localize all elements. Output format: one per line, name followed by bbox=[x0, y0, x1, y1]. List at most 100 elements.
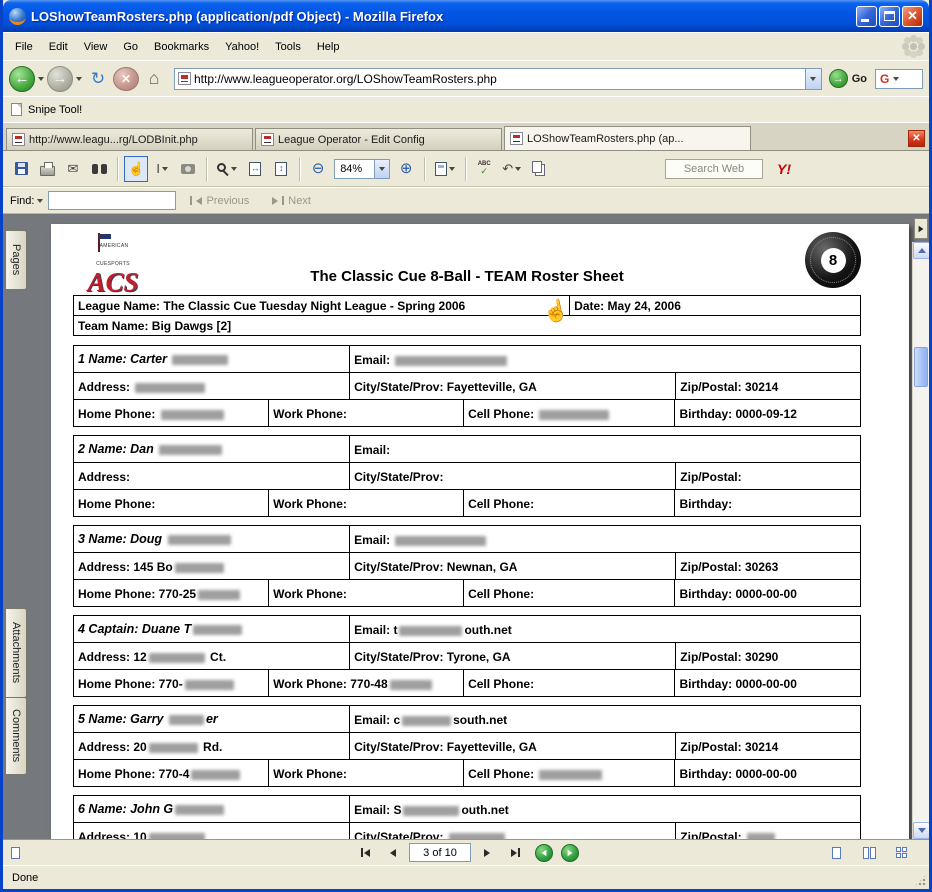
zoom-dropdown-button[interactable] bbox=[374, 160, 389, 178]
next-view-button[interactable] bbox=[561, 844, 579, 862]
last-page-button[interactable] bbox=[503, 843, 527, 863]
copy-icon bbox=[532, 161, 542, 173]
close-tab-button[interactable]: ✕ bbox=[908, 130, 925, 147]
search-button[interactable] bbox=[87, 156, 111, 182]
maximize-button[interactable] bbox=[879, 6, 900, 27]
roster-cell: City/State/Prov: bbox=[349, 823, 675, 839]
forward-dropdown[interactable] bbox=[75, 77, 83, 81]
print-button[interactable] bbox=[35, 156, 59, 182]
copy-button[interactable] bbox=[527, 156, 551, 182]
field-text: Email: c bbox=[354, 713, 400, 727]
resize-grip[interactable] bbox=[914, 874, 927, 887]
find-menu-button[interactable]: Find: bbox=[10, 195, 43, 207]
page-view-modes bbox=[825, 843, 929, 862]
pager-left-icon[interactable] bbox=[3, 847, 20, 859]
back-button[interactable]: ← bbox=[9, 66, 35, 92]
menu-edit[interactable]: Edit bbox=[41, 37, 76, 57]
menu-go[interactable]: Go bbox=[115, 37, 146, 57]
back-dropdown[interactable] bbox=[37, 77, 45, 81]
find-previous-button[interactable]: Previous bbox=[181, 193, 258, 209]
menu-view[interactable]: View bbox=[76, 37, 116, 57]
field-text: Ct. bbox=[207, 650, 226, 664]
hand-tool-button[interactable]: ☝ bbox=[124, 156, 148, 182]
menu-yahoo[interactable]: Yahoo! bbox=[217, 37, 267, 57]
minimize-button[interactable] bbox=[856, 6, 877, 27]
stop-button[interactable]: ✕ bbox=[113, 67, 139, 91]
page-number-input[interactable] bbox=[409, 843, 471, 862]
zoom-tool-button[interactable] bbox=[213, 156, 241, 182]
previous-view-button[interactable] bbox=[535, 844, 553, 862]
zoom-in-button[interactable]: ⊕ bbox=[394, 156, 418, 182]
facing-view-button[interactable] bbox=[858, 843, 880, 862]
zoom-level-value: 84% bbox=[335, 163, 374, 175]
toolbar-collapse-button[interactable] bbox=[914, 218, 928, 239]
first-page-button[interactable] bbox=[353, 843, 377, 863]
home-button[interactable]: ⌂ bbox=[141, 66, 167, 92]
forward-button[interactable]: → bbox=[47, 66, 73, 92]
page-layout-button[interactable] bbox=[431, 156, 459, 182]
bookmark-item[interactable]: Snipe Tool! bbox=[28, 104, 82, 116]
tab-favicon-icon bbox=[261, 133, 274, 146]
tab[interactable]: League Operator - Edit Config bbox=[255, 128, 502, 150]
roster-cell: 2 Name: Dan bbox=[74, 436, 349, 462]
player-name-row: 2 Name: Dan Email: bbox=[73, 435, 861, 463]
close-button[interactable]: ✕ bbox=[902, 6, 923, 27]
redacted-text bbox=[395, 536, 486, 546]
menu-tools[interactable]: Tools bbox=[267, 37, 309, 57]
zoom-level-select[interactable]: 84% bbox=[334, 159, 390, 179]
vertical-scrollbar[interactable] bbox=[912, 242, 929, 839]
redacted-text bbox=[169, 715, 204, 725]
select-tool-button[interactable]: I bbox=[150, 156, 174, 182]
search-web-input[interactable]: Search Web bbox=[665, 159, 763, 179]
sidebar-tab-pages[interactable]: Pages bbox=[5, 230, 27, 290]
email-button[interactable]: ✉ bbox=[61, 156, 85, 182]
email-icon: ✉ bbox=[68, 162, 79, 175]
reload-button[interactable]: ↻ bbox=[85, 66, 111, 92]
sidebar-tab-attachments[interactable]: Attachments bbox=[5, 608, 27, 698]
menu-bookmarks[interactable]: Bookmarks bbox=[146, 37, 217, 57]
player-name-row: 3 Name: Doug Email: bbox=[73, 525, 861, 553]
fit-width-button[interactable]: ↔ bbox=[243, 156, 267, 182]
chevron-down-icon bbox=[449, 167, 455, 171]
scroll-up-button[interactable] bbox=[913, 242, 929, 259]
roster-cell: 1 Name: Carter bbox=[74, 346, 349, 372]
scroll-down-button[interactable] bbox=[913, 822, 929, 839]
continuous-facing-view-button[interactable] bbox=[891, 843, 913, 862]
tab-active[interactable]: LOShowTeamRosters.php (ap... bbox=[504, 126, 751, 150]
sidebar-tab-comments[interactable]: Comments bbox=[5, 697, 27, 775]
zoom-out-button[interactable]: ⊖ bbox=[306, 156, 330, 182]
save-button[interactable] bbox=[9, 156, 33, 182]
snapshot-button[interactable] bbox=[176, 156, 200, 182]
url-input[interactable] bbox=[194, 72, 805, 86]
fit-page-button[interactable]: ↕ bbox=[269, 156, 293, 182]
roster-cell: City/State/Prov: bbox=[349, 463, 675, 489]
player-phone-row: Home Phone: 770-4Work Phone:Cell Phone: … bbox=[73, 759, 861, 787]
redacted-text bbox=[185, 680, 234, 690]
field-text: Email: bbox=[354, 443, 390, 457]
quick-search-box[interactable]: G bbox=[875, 69, 923, 89]
menu-help[interactable]: Help bbox=[309, 37, 348, 57]
go-button[interactable]: → Go bbox=[829, 69, 867, 88]
url-dropdown-button[interactable] bbox=[805, 69, 821, 89]
roster-cell: 6 Name: John G bbox=[74, 796, 349, 822]
toolbar-separator bbox=[424, 157, 425, 181]
field-text: Cell Phone: bbox=[468, 587, 534, 601]
spellcheck-button[interactable]: ABC ✓ bbox=[472, 156, 496, 182]
single-page-view-button[interactable] bbox=[825, 843, 847, 862]
previous-page-button[interactable] bbox=[381, 843, 405, 863]
menu-file[interactable]: File bbox=[7, 37, 41, 57]
tab[interactable]: http://www.leagu...rg/LODBInit.php bbox=[6, 128, 253, 150]
roster-cell: Email: csouth.net bbox=[349, 706, 860, 732]
redacted-text bbox=[149, 833, 205, 839]
undo-button[interactable]: ↶ bbox=[498, 156, 525, 182]
yahoo-button[interactable]: Y! bbox=[777, 161, 791, 177]
menubar: FileEditViewGoBookmarksYahoo!ToolsHelp bbox=[3, 32, 929, 60]
arrow-left-icon bbox=[542, 849, 547, 855]
find-next-button[interactable]: Next bbox=[263, 193, 320, 209]
scroll-thumb[interactable] bbox=[914, 347, 928, 387]
next-page-button[interactable] bbox=[475, 843, 499, 863]
find-input[interactable] bbox=[48, 191, 176, 210]
field-text: outh.net bbox=[464, 623, 511, 637]
navigation-toolbar: ← → ↻ ✕ ⌂ → Go G bbox=[3, 60, 929, 96]
field-text: City/State/Prov: Newnan, GA bbox=[354, 560, 517, 574]
